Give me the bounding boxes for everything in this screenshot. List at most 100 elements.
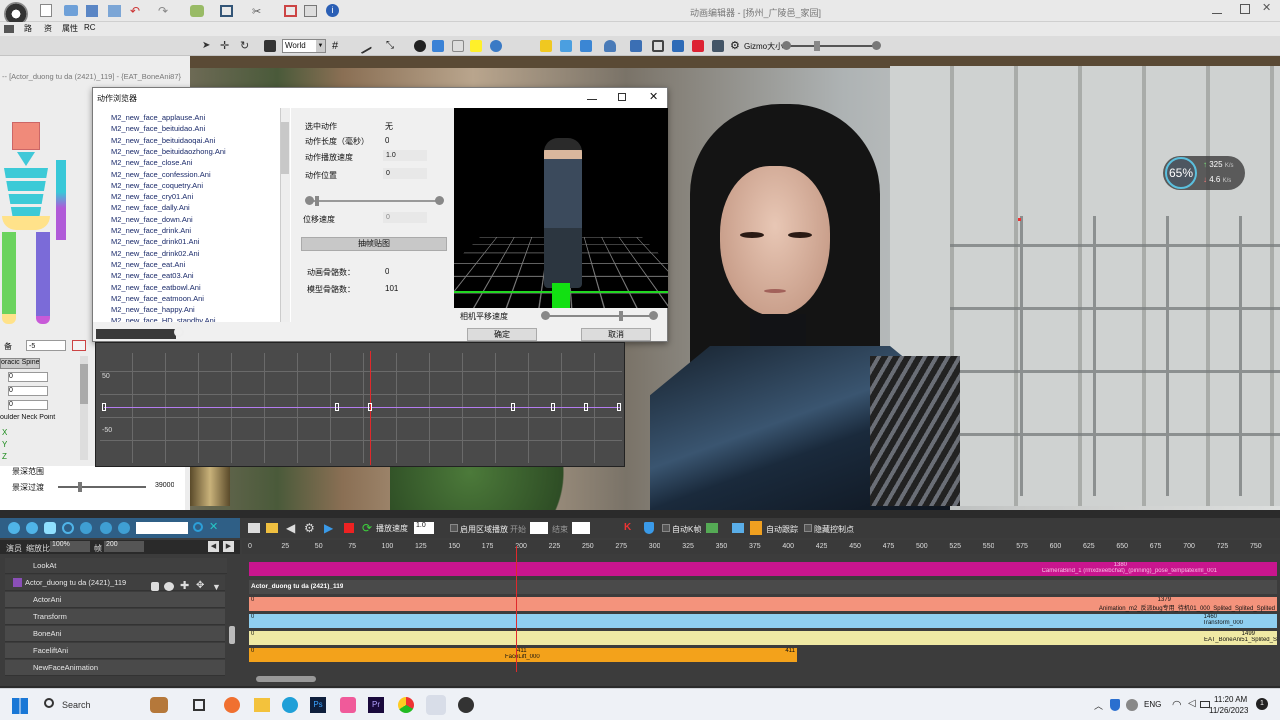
- action-list-scrollbar[interactable]: [280, 108, 290, 322]
- redo-icon[interactable]: ↷: [158, 4, 172, 18]
- zoom-input[interactable]: 100%: [50, 541, 90, 552]
- panel-tab-rc[interactable]: RC: [84, 23, 96, 32]
- tray-app-icon[interactable]: [1126, 699, 1138, 711]
- dialog-close-icon[interactable]: ✕: [649, 90, 658, 104]
- action-list-item[interactable]: M2_new_face_applause.Ani: [111, 112, 205, 123]
- track-row[interactable]: BoneAni: [5, 626, 225, 642]
- actor-lock-icon[interactable]: [151, 582, 159, 591]
- dialog-maximize-icon[interactable]: [618, 93, 626, 101]
- open-icon[interactable]: [64, 5, 78, 16]
- skeleton-foot[interactable]: [36, 316, 50, 324]
- frame-input[interactable]: 200: [104, 541, 144, 552]
- track-scrollbar[interactable]: [229, 626, 235, 644]
- premiere-icon[interactable]: Pr: [368, 697, 384, 713]
- position-slider-start-icon[interactable]: [305, 196, 314, 205]
- record-stop-icon[interactable]: [344, 523, 354, 533]
- bone-name-neck[interactable]: oulder Neck Point: [0, 414, 60, 425]
- grid-icon[interactable]: #: [332, 40, 344, 52]
- track-row[interactable]: FaceliftAni: [5, 643, 225, 659]
- actor-eye-icon[interactable]: [164, 582, 174, 591]
- clock-time[interactable]: 11:20 AM: [1214, 695, 1247, 704]
- skeleton-head[interactable]: [12, 122, 40, 150]
- gizmo-slider[interactable]: [782, 41, 881, 51]
- auto-key-checkbox[interactable]: [662, 524, 670, 532]
- user-icon[interactable]: [604, 40, 616, 52]
- bone-name-spine[interactable]: oracic Spine: [0, 358, 40, 369]
- position-slider[interactable]: [305, 196, 444, 206]
- action-list-item[interactable]: M2_new_face_drink01.Ani: [111, 236, 199, 247]
- zoom-icon[interactable]: [174, 327, 184, 337]
- action-list-scrollbar-thumb[interactable]: [281, 122, 289, 174]
- folder-icon[interactable]: [732, 523, 744, 533]
- tools-icon[interactable]: [190, 5, 204, 17]
- gizmo-max-icon[interactable]: [872, 41, 881, 50]
- download-icon[interactable]: [432, 40, 444, 52]
- maximize-icon[interactable]: [1240, 4, 1250, 14]
- displacement-speed-input[interactable]: 0: [383, 212, 427, 223]
- undo-icon[interactable]: ↶: [130, 4, 144, 18]
- timeline-tool-6[interactable]: [118, 522, 130, 534]
- app-icon-1[interactable]: [224, 697, 240, 713]
- space-select[interactable]: World ▼: [282, 39, 326, 53]
- edge-icon[interactable]: [282, 697, 298, 713]
- timeline-clear-icon[interactable]: ✕: [209, 520, 218, 534]
- monitor-icon[interactable]: [580, 40, 592, 52]
- timeline-search-input[interactable]: [136, 522, 188, 534]
- close-icon[interactable]: ✕: [1262, 2, 1274, 14]
- film-icon[interactable]: [266, 523, 278, 533]
- action-list-item[interactable]: M2_new_face_close.Ani: [111, 157, 192, 168]
- action-list-item[interactable]: M2_new_face_happy.Ani: [111, 304, 195, 315]
- action-list-item[interactable]: M2_new_face_eat.Ani: [111, 259, 185, 270]
- flag-icon[interactable]: [692, 40, 704, 52]
- curve-toggle-icon[interactable]: [72, 340, 86, 351]
- pin-icon[interactable]: [4, 25, 14, 33]
- layer-icon[interactable]: [452, 40, 464, 52]
- scale-icon[interactable]: [264, 40, 276, 52]
- bone-clip[interactable]: 0 EAT_BoneAni51_Splited_S 1499: [249, 631, 1277, 645]
- snap-icon[interactable]: [355, 37, 373, 55]
- timeline-hscroll[interactable]: [256, 676, 316, 682]
- track-row[interactable]: LookAt: [5, 558, 227, 574]
- tray-shield-icon[interactable]: [1110, 699, 1120, 711]
- snapshot-button[interactable]: 抽帧贴图: [301, 237, 447, 251]
- position-slider-thumb[interactable]: [315, 196, 319, 206]
- car-icon[interactable]: [540, 40, 552, 52]
- grid-view-icon[interactable]: [248, 523, 260, 533]
- bulb-icon[interactable]: [490, 40, 502, 52]
- action-list-item[interactable]: M2_new_face_beituidaoqai.Ani: [111, 135, 215, 146]
- range-end-input[interactable]: [572, 522, 590, 534]
- bone-field-input[interactable]: -5: [26, 340, 66, 351]
- key-icon[interactable]: K: [624, 522, 631, 534]
- move-icon[interactable]: ✛: [220, 40, 232, 52]
- left-scrollbar-thumb[interactable]: [80, 364, 88, 404]
- gear-icon[interactable]: ⚙: [730, 40, 742, 52]
- action-list[interactable]: M2_new_face_applause.Ani M2_new_face_beit…: [93, 108, 291, 322]
- camera-pan-thumb[interactable]: [619, 311, 623, 321]
- transform-clip[interactable]: 0 Transform_000 1460: [249, 614, 1277, 628]
- timeline-tool-0[interactable]: [8, 522, 20, 534]
- minimize-icon[interactable]: [1212, 4, 1222, 14]
- timeline-tool-3[interactable]: [62, 522, 74, 534]
- skeleton-left-arm[interactable]: [56, 160, 66, 240]
- record-icon[interactable]: [414, 40, 426, 52]
- explorer-icon[interactable]: [254, 698, 270, 712]
- save-icon[interactable]: [86, 5, 98, 17]
- timeline-search-icon[interactable]: [193, 522, 203, 532]
- camera-pan-min-icon[interactable]: [541, 311, 550, 320]
- screen-icon[interactable]: [630, 40, 642, 52]
- play-icon[interactable]: ▶: [324, 521, 333, 535]
- action-list-item[interactable]: M2_new_face_beituidaozhong.Ani: [111, 146, 226, 157]
- range-play-checkbox[interactable]: [450, 524, 458, 532]
- curve-editor[interactable]: 50 -50: [95, 327, 625, 467]
- action-list-item[interactable]: M2_new_face_eatmoon.Ani: [111, 293, 204, 304]
- photoshop-icon[interactable]: Ps: [310, 697, 326, 713]
- left-scrollbar[interactable]: [80, 356, 88, 460]
- skeleton-right-leg[interactable]: [36, 232, 50, 318]
- facelift-clip[interactable]: 0 FaceLift_000 411 411: [249, 648, 797, 662]
- preview-viewport[interactable]: [454, 108, 668, 308]
- dialog-minimize-icon[interactable]: [587, 92, 597, 100]
- action-list-item[interactable]: M2_new_face_confession.Ani: [111, 169, 211, 180]
- curve-key-6[interactable]: [617, 403, 621, 411]
- camera-clip[interactable]: CameraBind_1 (rmxdxeebchat)_(pinning)_po…: [249, 562, 1277, 576]
- action-list-item[interactable]: M2_new_face_eatbowl.Ani: [111, 282, 201, 293]
